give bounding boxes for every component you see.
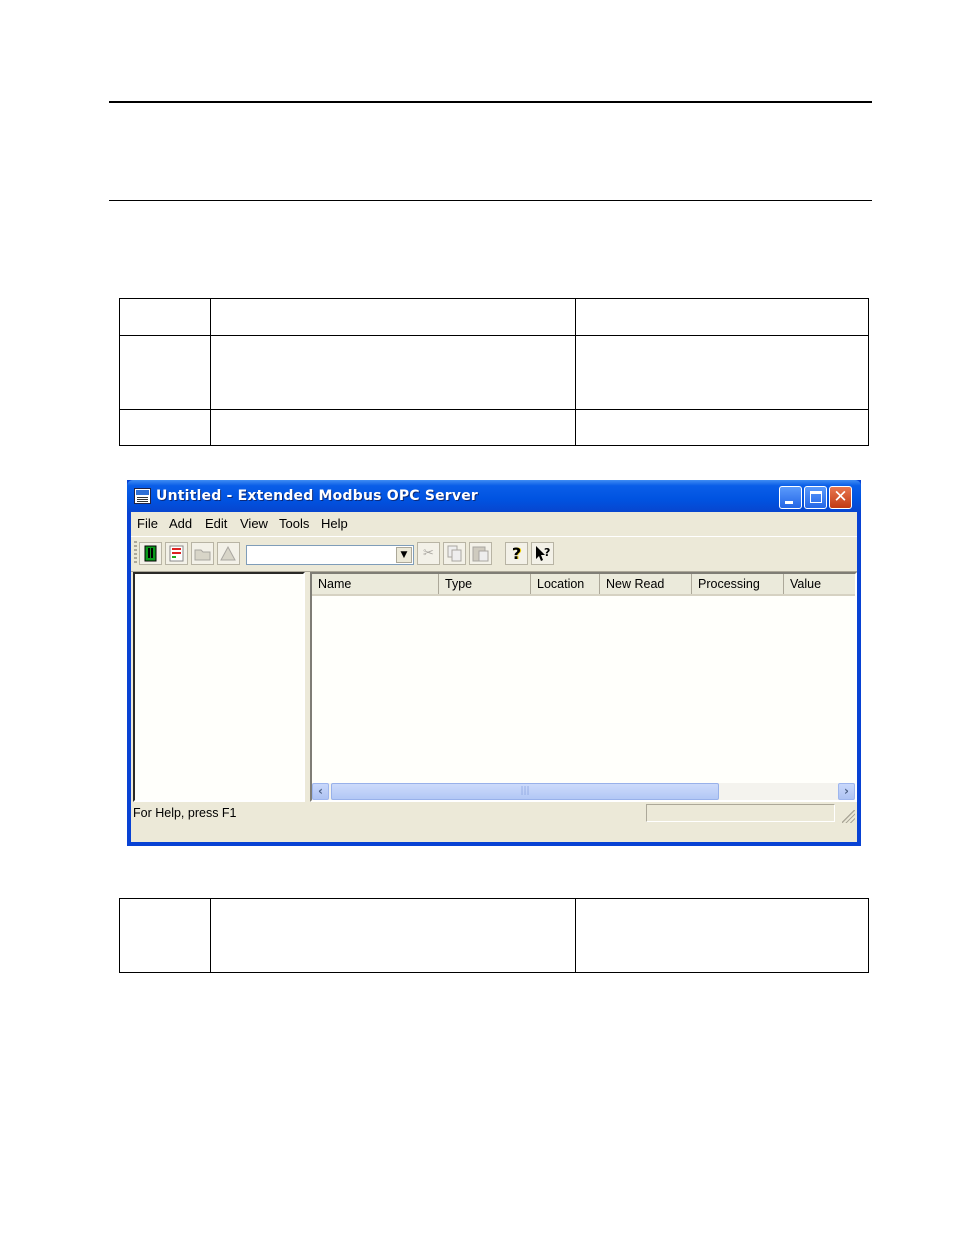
column-header-value[interactable]: Value xyxy=(784,574,855,594)
status-text: For Help, press F1 xyxy=(133,806,237,820)
application-window: Untitled - Extended Modbus OPC Server ✕ … xyxy=(127,480,861,846)
cut-icon: ✂ xyxy=(423,546,434,561)
table-cell xyxy=(575,335,869,410)
column-header-name[interactable]: Name xyxy=(312,574,439,594)
minimize-button[interactable] xyxy=(779,486,802,509)
close-button[interactable]: ✕ xyxy=(829,486,852,509)
minimize-icon xyxy=(785,501,793,504)
group-combo-box[interactable]: ▼ xyxy=(246,545,414,565)
tag-list-view[interactable]: Name Type Location New Read Processing V… xyxy=(310,572,857,802)
document-table-bottom xyxy=(119,898,869,973)
chevron-down-icon: ▼ xyxy=(400,550,408,560)
table-cell xyxy=(210,298,576,336)
chevron-right-icon: › xyxy=(844,784,849,798)
new-device-icon xyxy=(166,543,187,564)
svg-text:?: ? xyxy=(544,546,550,559)
list-header: Name Type Location New Read Processing V… xyxy=(312,574,855,596)
table-row xyxy=(119,898,869,973)
close-icon: ✕ xyxy=(833,487,848,507)
column-header-type[interactable]: Type xyxy=(439,574,531,594)
menu-help[interactable]: Help xyxy=(321,516,348,531)
help-button[interactable]: ? xyxy=(505,542,528,565)
context-help-icon: ? xyxy=(532,543,553,564)
table-cell xyxy=(119,409,211,446)
new-group-icon xyxy=(192,543,213,564)
paste-icon xyxy=(470,543,491,564)
paste-button[interactable] xyxy=(469,542,492,565)
copy-icon xyxy=(444,543,465,564)
new-tag-button[interactable] xyxy=(217,542,240,565)
table-cell xyxy=(575,298,869,336)
tree-view-pane[interactable] xyxy=(133,572,305,802)
client-area: File Add Edit View Tools Help ▼ ✂ ? ? Na… xyxy=(131,512,857,842)
scroll-right-button[interactable]: › xyxy=(838,783,855,800)
table-cell xyxy=(575,409,869,446)
new-channel-icon xyxy=(140,543,161,564)
table-cell xyxy=(210,898,576,973)
header-rule xyxy=(109,101,872,103)
combo-dropdown-button[interactable]: ▼ xyxy=(396,547,412,563)
document-table-top xyxy=(119,298,869,446)
table-cell xyxy=(210,409,576,446)
column-header-location[interactable]: Location xyxy=(531,574,600,594)
column-header-processing[interactable]: Processing xyxy=(692,574,784,594)
maximize-icon xyxy=(810,491,822,503)
column-header-new-read[interactable]: New Read xyxy=(600,574,692,594)
scroll-thumb[interactable]: ||| xyxy=(331,783,719,800)
maximize-button[interactable] xyxy=(804,486,827,509)
new-device-button[interactable] xyxy=(165,542,188,565)
context-help-button[interactable]: ? xyxy=(531,542,554,565)
table-cell xyxy=(119,898,211,973)
horizontal-scrollbar[interactable]: ‹ ||| › xyxy=(312,783,855,800)
table-row xyxy=(119,335,869,410)
chevron-left-icon: ‹ xyxy=(318,784,323,798)
help-icon: ? xyxy=(511,544,522,563)
menu-file[interactable]: File xyxy=(137,516,158,531)
table-cell xyxy=(119,335,211,410)
scroll-left-button[interactable]: ‹ xyxy=(312,783,329,800)
grip-lines-icon: ||| xyxy=(520,786,530,796)
cut-button[interactable]: ✂ xyxy=(417,542,440,565)
toolbar-grip[interactable] xyxy=(134,541,137,565)
menu-edit[interactable]: Edit xyxy=(205,516,227,531)
new-group-button[interactable] xyxy=(191,542,214,565)
table-cell xyxy=(575,898,869,973)
copy-button[interactable] xyxy=(443,542,466,565)
section-rule xyxy=(109,200,872,201)
title-bar[interactable]: Untitled - Extended Modbus OPC Server ✕ xyxy=(127,480,861,512)
status-bar: For Help, press F1 xyxy=(131,802,857,824)
menu-view[interactable]: View xyxy=(240,516,268,531)
table-cell xyxy=(119,298,211,336)
menu-bar: File Add Edit View Tools Help xyxy=(131,512,857,534)
new-tag-icon xyxy=(218,543,239,564)
toolbar: ▼ ✂ ? ? xyxy=(131,536,857,572)
opc-app-icon[interactable] xyxy=(134,488,151,504)
table-row xyxy=(119,409,869,446)
menu-add[interactable]: Add xyxy=(169,516,192,531)
menu-tools[interactable]: Tools xyxy=(279,516,309,531)
status-panel xyxy=(646,804,835,822)
new-channel-button[interactable] xyxy=(139,542,162,565)
resize-grip-icon[interactable] xyxy=(842,810,855,823)
window-title: Untitled - Extended Modbus OPC Server xyxy=(156,488,479,504)
table-row xyxy=(119,298,869,336)
table-cell xyxy=(210,335,576,410)
